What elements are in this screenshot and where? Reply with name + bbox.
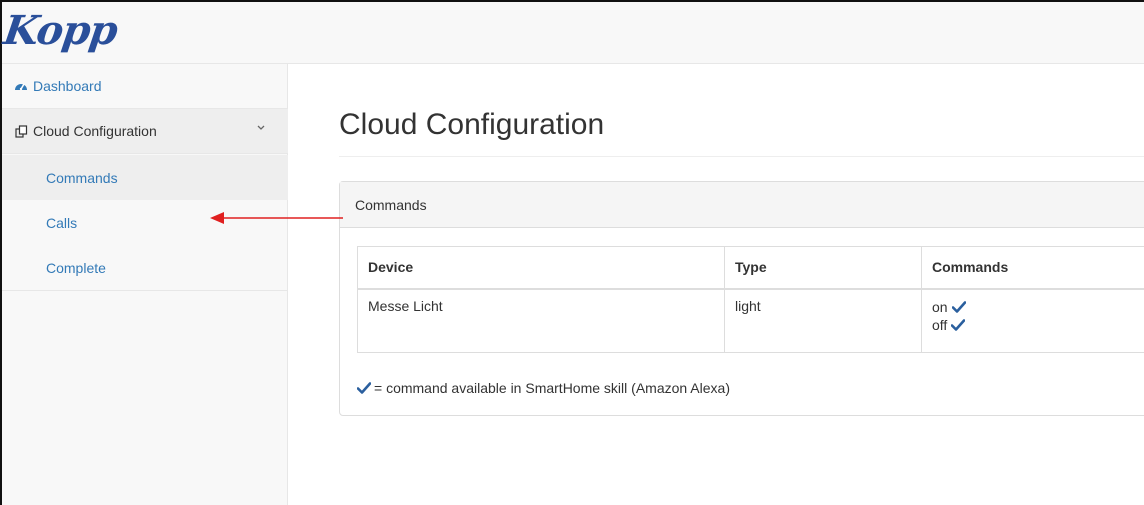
main-content: Cloud Configuration Commands Device Type… [289, 64, 1144, 505]
column-header-commands: Commands [921, 246, 1144, 290]
cell-type: light [724, 288, 922, 353]
legend-text: = command available in SmartHome skill (… [374, 380, 730, 396]
legend-note: = command available in SmartHome skill (… [357, 380, 730, 396]
logo-text: Kopp [0, 7, 120, 54]
title-divider [339, 156, 1144, 157]
annotation-arrow-icon [210, 212, 343, 224]
sidebar-subitem-label: Calls [46, 214, 78, 231]
page-title: Cloud Configuration [339, 108, 605, 141]
sidebar-subitem-complete[interactable]: Complete [2, 245, 288, 291]
chevron-down-icon [257, 125, 265, 130]
command-label: off [932, 316, 948, 333]
top-navbar: Kopp [0, 2, 1144, 64]
column-header-type: Type [724, 246, 922, 290]
command-label: on [932, 298, 948, 315]
tachometer-icon [14, 79, 28, 93]
copy-icon [14, 124, 28, 138]
check-icon [951, 300, 966, 313]
kopp-logo[interactable]: Kopp [0, 7, 174, 54]
check-icon [357, 382, 371, 394]
sidebar-subitem-label: Commands [46, 169, 118, 186]
cell-device: Messe Licht [357, 288, 725, 353]
table-header-row: Device Type Commands [357, 246, 1144, 290]
panel-heading: Commands [340, 182, 1144, 228]
command-item: on [932, 298, 1144, 316]
command-item: off [932, 316, 1144, 334]
commands-table: Device Type Commands Messe Licht light o… [357, 246, 1144, 353]
sidebar-item-cloud-configuration[interactable]: Cloud Configuration [2, 109, 288, 154]
sidebar: Dashboard Cloud Configuration Commands C… [2, 64, 288, 505]
sidebar-subitem-commands[interactable]: Commands [2, 155, 288, 200]
sidebar-item-dashboard[interactable]: Dashboard [2, 64, 288, 109]
check-icon [951, 318, 966, 331]
cell-commands: on off [921, 288, 1144, 353]
column-header-device: Device [357, 246, 725, 290]
sidebar-subitem-label: Complete [46, 259, 106, 276]
table-row: Messe Licht light on off [357, 288, 1144, 353]
sidebar-item-label: Dashboard [33, 78, 102, 94]
sidebar-item-label: Cloud Configuration [33, 123, 157, 139]
commands-panel: Commands Device Type Commands Messe Lich… [339, 181, 1144, 416]
